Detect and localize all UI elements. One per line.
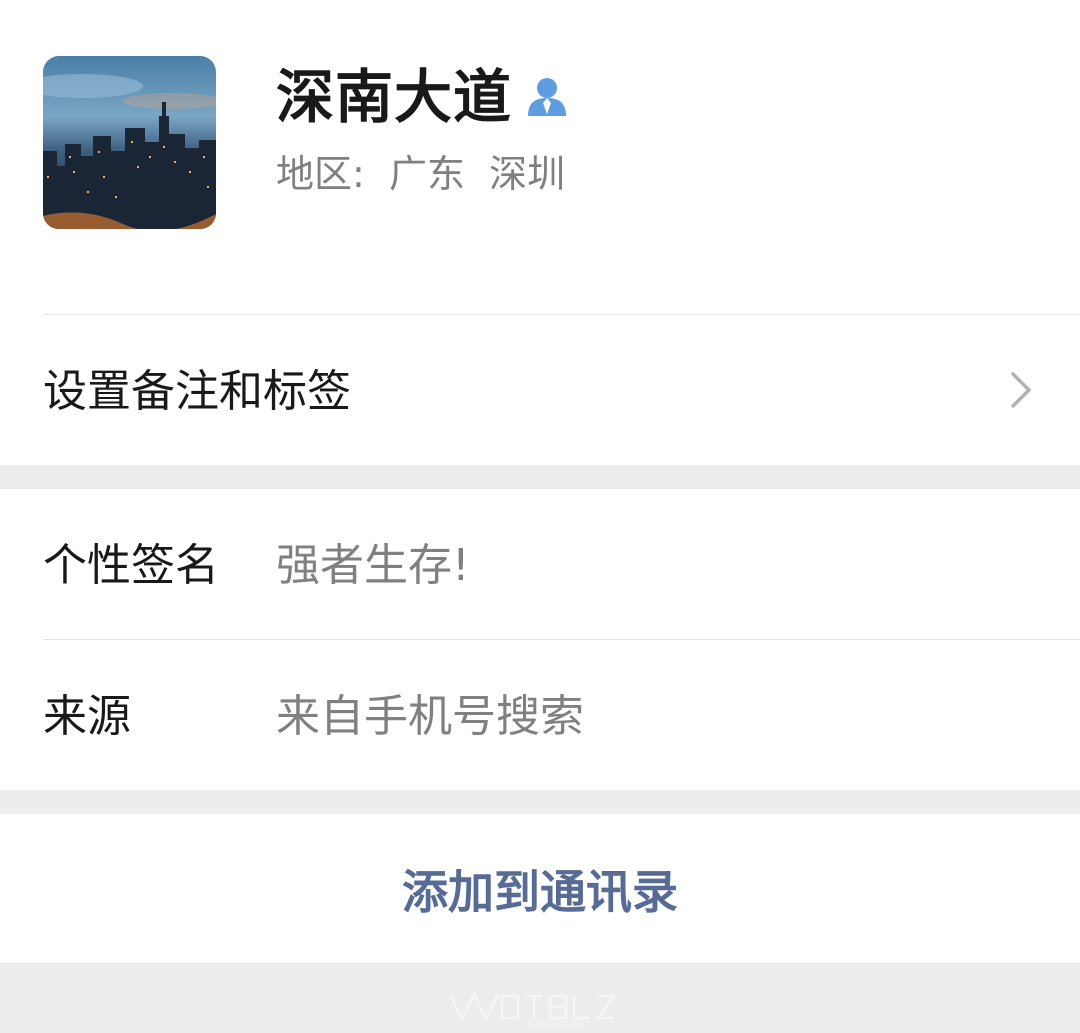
source-label: 来源 [43, 691, 131, 742]
signature-label: 个性签名 [43, 540, 219, 591]
source-value: 来自手机号搜索 [276, 691, 584, 742]
person-icon [526, 76, 568, 116]
watermark-logo: GDMM.COM [440, 984, 650, 1030]
source-row: 来源 来自手机号搜索 [0, 640, 1080, 790]
signature-row: 个性签名 强者生存! [0, 489, 1080, 640]
chevron-right-icon [1010, 372, 1032, 408]
remark-label: 设置备注和标签 [43, 366, 351, 417]
action-card: 添加到通讯录 [0, 814, 1080, 963]
city-skyline-image [43, 56, 216, 229]
add-to-contacts-button[interactable]: 添加到通讯录 [0, 814, 1080, 963]
watermark-text: GDMM.COM [528, 1021, 581, 1030]
contact-name: 深南大道 [276, 63, 513, 131]
profile-card: 深南大道 地区: 广东 深圳 设置备注和标签 [0, 0, 1080, 465]
set-remark-and-tags-row[interactable]: 设置备注和标签 [0, 315, 1080, 465]
avatar[interactable] [43, 56, 216, 229]
info-card: 个性签名 强者生存! 来源 来自手机号搜索 [0, 489, 1080, 790]
signature-value: 强者生存! [276, 540, 470, 591]
region-text: 地区: 广东 深圳 [276, 152, 566, 196]
